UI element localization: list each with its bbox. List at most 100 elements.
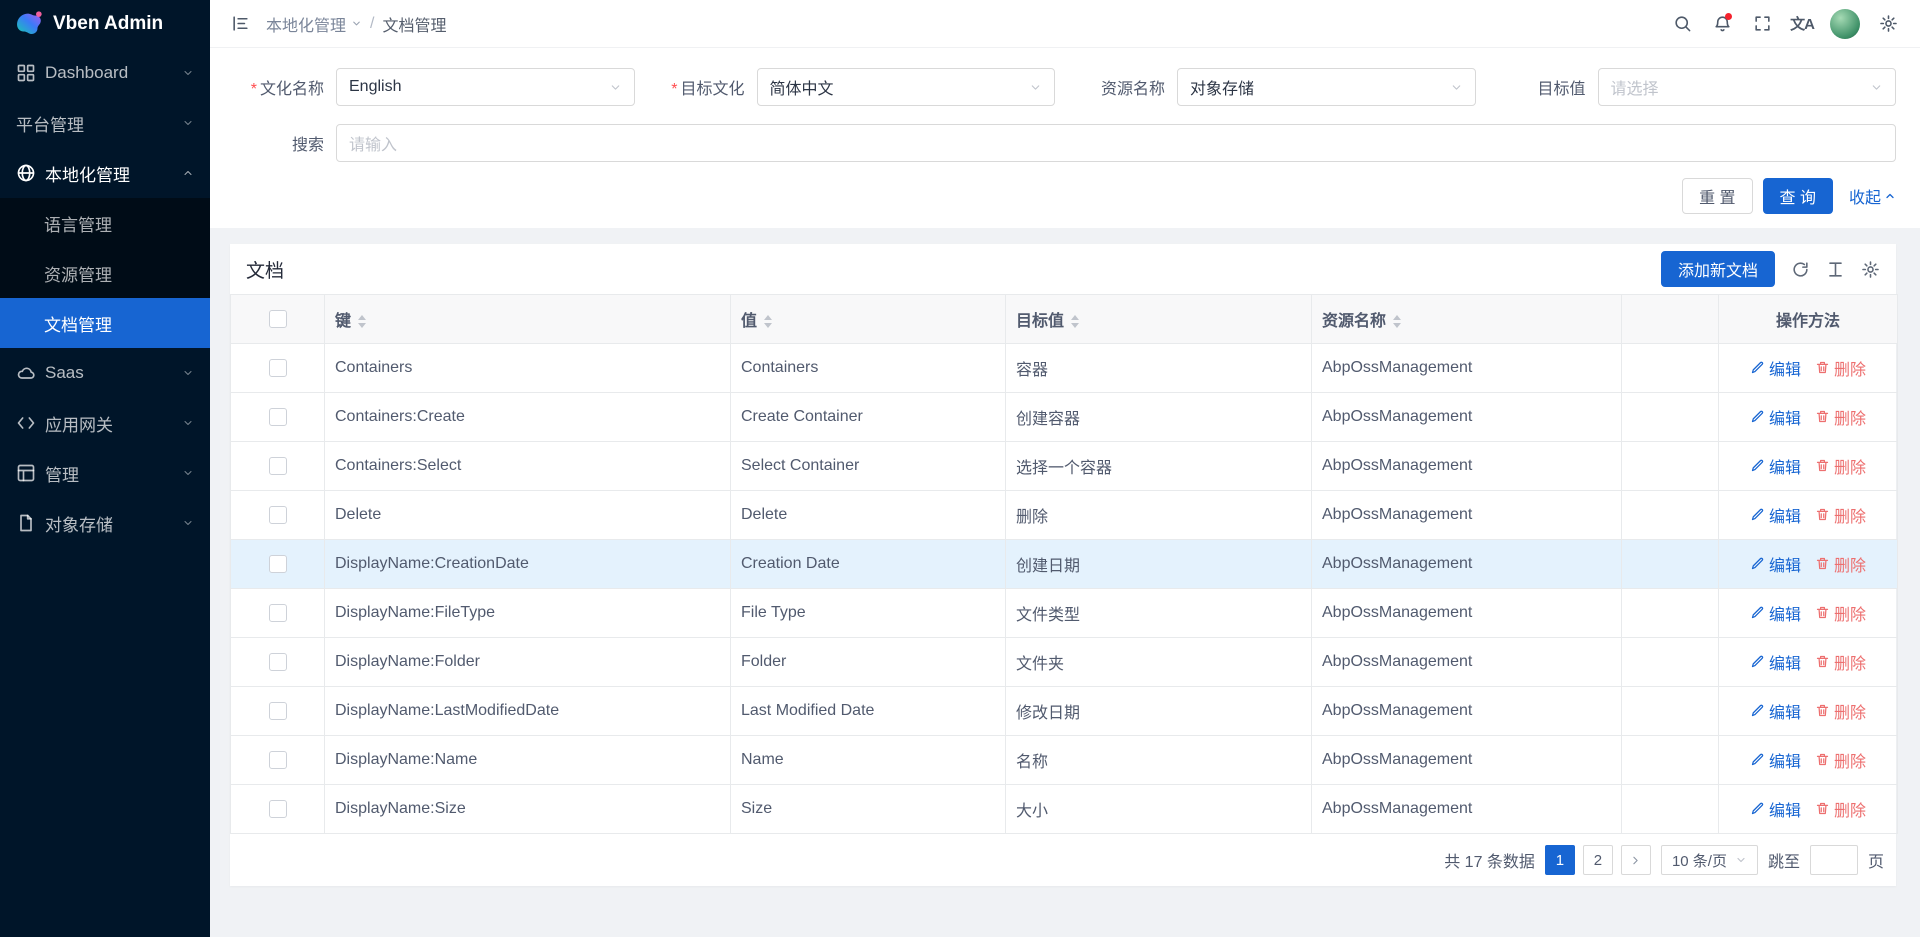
edit-button[interactable]: 编辑 <box>1750 601 1801 625</box>
sidebar-item-gateway[interactable]: 应用网关 <box>0 398 210 448</box>
table-header-row: 键值目标值资源名称操作方法 <box>231 295 1898 344</box>
column-height-button[interactable] <box>1826 260 1845 279</box>
notifications-button[interactable] <box>1704 6 1740 42</box>
edit-button[interactable]: 编辑 <box>1750 699 1801 723</box>
sidebar-item-saas[interactable]: Saas <box>0 348 210 398</box>
edit-button[interactable]: 编辑 <box>1750 405 1801 429</box>
card-title: 文档 <box>246 256 284 283</box>
sidebar-item-platform[interactable]: 平台管理 <box>0 98 210 148</box>
edit-button[interactable]: 编辑 <box>1750 797 1801 821</box>
edit-button[interactable]: 编辑 <box>1750 748 1801 772</box>
cell-target-value: 文件夹 <box>1006 638 1312 687</box>
target-culture-select[interactable]: 简体中文 <box>757 68 1056 106</box>
menu-fold-button[interactable] <box>224 8 256 40</box>
target-value-select[interactable]: 请选择 <box>1598 68 1897 106</box>
sort-caret-icon[interactable] <box>1071 315 1079 328</box>
row-checkbox[interactable] <box>269 506 287 524</box>
field-label-culture-name: *文化名称 <box>234 75 324 99</box>
reset-button[interactable]: 重 置 <box>1682 178 1752 214</box>
row-checkbox[interactable] <box>269 408 287 426</box>
management-icon <box>16 463 36 483</box>
chevron-up-icon <box>182 167 194 179</box>
row-checkbox[interactable] <box>269 359 287 377</box>
row-checkbox[interactable] <box>269 604 287 622</box>
topbar-actions: 文A <box>1664 6 1906 42</box>
delete-button[interactable]: 删除 <box>1815 405 1866 429</box>
row-checkbox[interactable] <box>269 457 287 475</box>
delete-button[interactable]: 删除 <box>1815 356 1866 380</box>
column-header-target[interactable]: 目标值 <box>1006 295 1312 344</box>
breadcrumb-item[interactable]: 本地化管理 <box>266 12 362 36</box>
delete-button[interactable]: 删除 <box>1815 601 1866 625</box>
jump-page-input[interactable] <box>1810 845 1858 875</box>
cell-actions: 编辑删除 <box>1719 785 1898 834</box>
search-button[interactable] <box>1664 6 1700 42</box>
edit-button[interactable]: 编辑 <box>1750 356 1801 380</box>
row-checkbox[interactable] <box>269 800 287 818</box>
delete-button[interactable]: 删除 <box>1815 699 1866 723</box>
logo[interactable]: Vben Admin <box>0 0 210 48</box>
sidebar-item-dashboard[interactable]: Dashboard <box>0 48 210 98</box>
avatar[interactable] <box>1830 9 1860 39</box>
next-page-button[interactable] <box>1621 845 1651 875</box>
row-checkbox[interactable] <box>269 555 287 573</box>
query-button[interactable]: 查 询 <box>1763 178 1833 214</box>
sidebar-subitem-language[interactable]: 语言管理 <box>0 198 210 248</box>
sidebar-subitem-label: 资源管理 <box>44 261 112 286</box>
trash-icon <box>1815 605 1830 620</box>
form-item-target-value: 目标值请选择 <box>1496 68 1897 106</box>
sidebar-item-storage[interactable]: 对象存储 <box>0 498 210 548</box>
sidebar-subitem-document[interactable]: 文档管理 <box>0 298 210 348</box>
select-all-checkbox[interactable] <box>269 310 287 328</box>
cell-actions: 编辑删除 <box>1719 687 1898 736</box>
sort-caret-icon[interactable] <box>358 315 366 328</box>
breadcrumb-separator: / <box>370 15 374 33</box>
column-header-resource[interactable]: 资源名称 <box>1312 295 1622 344</box>
search-input[interactable]: 请输入 <box>336 124 1896 162</box>
column-settings-button[interactable] <box>1861 260 1880 279</box>
refresh-button[interactable] <box>1791 260 1810 279</box>
fullscreen-button[interactable] <box>1744 6 1780 42</box>
delete-button[interactable]: 删除 <box>1815 454 1866 478</box>
column-header-key[interactable]: 键 <box>325 295 731 344</box>
notification-badge <box>1725 13 1732 20</box>
cell-value: Creation Date <box>731 540 1006 589</box>
row-checkbox[interactable] <box>269 653 287 671</box>
delete-button[interactable]: 删除 <box>1815 552 1866 576</box>
column-header-spacer <box>1622 295 1719 344</box>
collapse-link[interactable]: 收起 <box>1849 184 1896 208</box>
edit-button[interactable]: 编辑 <box>1750 454 1801 478</box>
edit-button[interactable]: 编辑 <box>1750 650 1801 674</box>
chevron-down-icon <box>1029 81 1042 94</box>
sidebar-item-label: 对象存储 <box>45 511 113 536</box>
culture-name-select[interactable]: English <box>336 68 635 106</box>
trash-icon <box>1815 458 1830 473</box>
edit-button[interactable]: 编辑 <box>1750 552 1801 576</box>
required-asterisk: * <box>671 81 677 98</box>
sidebar-item-management[interactable]: 管理 <box>0 448 210 498</box>
page-button-2[interactable]: 2 <box>1583 845 1613 875</box>
sidebar-subitem-label: 语言管理 <box>44 211 112 236</box>
row-checkbox[interactable] <box>269 751 287 769</box>
pencil-icon <box>1750 605 1765 620</box>
resource-name-select[interactable]: 对象存储 <box>1177 68 1476 106</box>
delete-button[interactable]: 删除 <box>1815 503 1866 527</box>
add-document-button[interactable]: 添加新文档 <box>1661 251 1775 287</box>
sort-caret-icon[interactable] <box>764 315 772 328</box>
delete-button[interactable]: 删除 <box>1815 748 1866 772</box>
delete-button[interactable]: 删除 <box>1815 797 1866 821</box>
pencil-icon <box>1750 654 1765 669</box>
page-button-1[interactable]: 1 <box>1545 845 1575 875</box>
sort-caret-icon[interactable] <box>1393 315 1401 328</box>
settings-button[interactable] <box>1870 6 1906 42</box>
page-size-select[interactable]: 10 条/页 <box>1661 845 1758 875</box>
cell-key: Delete <box>325 491 731 540</box>
sidebar-item-localization[interactable]: 本地化管理 <box>0 148 210 198</box>
edit-button[interactable]: 编辑 <box>1750 503 1801 527</box>
locale-button[interactable]: 文A <box>1784 6 1820 42</box>
sidebar-subitem-resource[interactable]: 资源管理 <box>0 248 210 298</box>
column-header-value[interactable]: 值 <box>731 295 1006 344</box>
sidebar-subitem-label: 文档管理 <box>44 311 112 336</box>
delete-button[interactable]: 删除 <box>1815 650 1866 674</box>
row-checkbox[interactable] <box>269 702 287 720</box>
